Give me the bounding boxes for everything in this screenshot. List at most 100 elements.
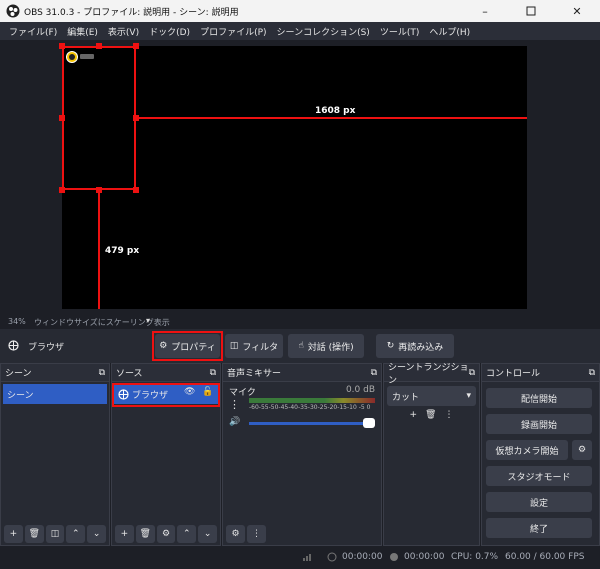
transition-actions: + 🗑 ⋮ bbox=[384, 410, 479, 420]
menu-profile[interactable]: プロファイル(P) bbox=[195, 25, 271, 38]
audio-mixer-dock: 音声ミキサー ⧉ マイク 0.0 dB ⋮ -60-55-50-45-40-35… bbox=[222, 363, 382, 546]
undock-icon[interactable]: ⧉ bbox=[589, 368, 595, 378]
advanced-audio-button[interactable]: ⚙ bbox=[226, 525, 245, 543]
scene-filters-button[interactable]: ◫ bbox=[45, 525, 65, 543]
menu-help[interactable]: ヘルプ(H) bbox=[424, 25, 475, 38]
interact-button[interactable]: ☝ 対話 (操作) bbox=[288, 334, 364, 358]
start-streaming-button[interactable]: 配信開始 bbox=[486, 388, 592, 408]
trash-icon: 🗑 bbox=[139, 529, 151, 539]
stream-status-icon bbox=[327, 552, 337, 562]
mixer-channel: マイク 0.0 dB ⋮ -60-55-50-45-40-35-30-25-20… bbox=[223, 382, 381, 438]
resize-handle[interactable] bbox=[133, 43, 139, 49]
volume-meter bbox=[249, 398, 375, 403]
undock-icon[interactable]: ⧉ bbox=[469, 368, 475, 378]
menu-scene-collection[interactable]: シーンコレクション(S) bbox=[272, 25, 375, 38]
scenes-dock: シーン ⧉ シーン + 🗑 ◫ ⌃ ⌄ bbox=[0, 363, 110, 546]
scale-mode-dropdown-icon[interactable]: ▾ bbox=[146, 316, 150, 325]
remove-scene-button[interactable]: 🗑 bbox=[24, 525, 44, 543]
plus-icon: + bbox=[120, 529, 129, 539]
browser-globe-icon bbox=[118, 388, 129, 400]
record-time: 00:00:00 bbox=[404, 552, 445, 562]
filters-label: フィルタ bbox=[242, 342, 279, 353]
audio-mixer-header: 音声ミキサー ⧉ bbox=[223, 364, 381, 382]
source-bounding-box[interactable] bbox=[62, 46, 136, 190]
move-scene-up-button[interactable]: ⌃ bbox=[66, 525, 86, 543]
menu-edit[interactable]: 編集(E) bbox=[62, 25, 103, 38]
speaker-icon[interactable]: 🔊 bbox=[229, 417, 240, 427]
stream-time: 00:00:00 bbox=[342, 552, 383, 562]
chevron-down-icon: ▾ bbox=[466, 391, 471, 401]
filter-icon: ◫ bbox=[50, 529, 60, 539]
start-recording-button[interactable]: 録画開始 bbox=[486, 414, 592, 434]
lock-icon[interactable]: 🔓 bbox=[202, 387, 213, 397]
resize-handle[interactable] bbox=[59, 187, 65, 193]
record-status-icon bbox=[389, 552, 399, 562]
move-source-down-button[interactable]: ⌄ bbox=[198, 525, 217, 543]
cpu-usage: CPU: 0.7% bbox=[451, 552, 499, 562]
exit-button[interactable]: 終了 bbox=[486, 518, 592, 538]
menu-docks[interactable]: ドック(D) bbox=[144, 25, 195, 38]
controls-title: コントロール bbox=[486, 369, 541, 379]
browser-source-avatar-icon bbox=[66, 51, 78, 63]
source-item[interactable]: ブラウザ 👁 🔓 bbox=[114, 384, 218, 404]
controls-dock: コントロール ⧉ 配信開始 録画開始 仮想カメラ開始 ⚙ スタジオモード 設定 … bbox=[481, 363, 600, 546]
scene-item[interactable]: シーン bbox=[3, 384, 107, 404]
volume-meter-scale: -60-55-50-45-40-35-30-25-20-15-10 -5 0 bbox=[249, 404, 371, 411]
settings-button[interactable]: 設定 bbox=[486, 492, 592, 512]
bottom-distance-label: 479 px bbox=[105, 246, 140, 256]
undock-icon[interactable]: ⧉ bbox=[99, 368, 105, 378]
volume-slider-handle[interactable] bbox=[363, 418, 375, 428]
volume-slider[interactable] bbox=[249, 422, 373, 425]
undock-icon[interactable]: ⧉ bbox=[210, 368, 216, 378]
source-properties-button[interactable]: ⚙ bbox=[156, 525, 176, 543]
transition-select[interactable]: カット ▾ bbox=[387, 386, 476, 406]
properties-button[interactable]: ⚙ プロパティ bbox=[155, 334, 220, 358]
chevron-down-icon: ⌄ bbox=[92, 529, 101, 539]
add-scene-button[interactable]: + bbox=[4, 525, 23, 543]
menu-tools[interactable]: ツール(T) bbox=[375, 25, 425, 38]
trash-icon[interactable]: 🗑 bbox=[425, 410, 436, 420]
mixer-more-button[interactable]: ⋮ bbox=[247, 525, 266, 543]
audio-mixer-title: 音声ミキサー bbox=[227, 369, 282, 379]
move-scene-down-button[interactable]: ⌄ bbox=[87, 525, 106, 543]
start-virtual-camera-button[interactable]: 仮想カメラ開始 bbox=[486, 440, 568, 460]
bottom-distance-guide bbox=[98, 191, 100, 309]
virtual-camera-settings-button[interactable]: ⚙ bbox=[572, 440, 592, 460]
mixer-menu-icon[interactable]: ⋮ bbox=[229, 398, 240, 411]
filters-button[interactable]: ◫ フィルタ bbox=[225, 334, 283, 358]
remove-source-button[interactable]: 🗑 bbox=[135, 525, 155, 543]
sources-dock-header: ソース ⧉ bbox=[112, 364, 220, 382]
undock-icon[interactable]: ⧉ bbox=[371, 368, 377, 378]
move-source-up-button[interactable]: ⌃ bbox=[177, 525, 197, 543]
maximize-button[interactable] bbox=[508, 0, 554, 22]
menu-file[interactable]: ファイル(F) bbox=[4, 25, 62, 38]
transitions-title: シーントランジション bbox=[388, 362, 469, 386]
source-toolbar: ブラウザ ⚙ プロパティ ◫ フィルタ ☝ 対話 (操作) ↻ 再読み込み bbox=[0, 329, 600, 363]
browser-source-text-bar bbox=[80, 54, 94, 59]
minimize-button[interactable]: – bbox=[462, 0, 508, 22]
scene-transitions-dock: シーントランジション ⧉ カット ▾ + 🗑 ⋮ bbox=[383, 363, 480, 546]
preview-scale-bar: 34% ウィンドウサイズにスケーリング表示 ▾ bbox=[0, 315, 600, 329]
scenes-dock-footer: + 🗑 ◫ ⌃ ⌄ bbox=[1, 523, 109, 545]
scale-percent: 34% bbox=[8, 317, 26, 326]
gear-icon: ⚙ bbox=[231, 529, 240, 539]
reload-button[interactable]: ↻ 再読み込み bbox=[376, 334, 454, 358]
resize-handle[interactable] bbox=[59, 115, 65, 121]
kebab-menu-icon[interactable]: ⋮ bbox=[444, 410, 453, 420]
transitions-header: シーントランジション ⧉ bbox=[384, 363, 479, 386]
selected-source-name: ブラウザ bbox=[28, 343, 65, 353]
eye-icon[interactable]: 👁 bbox=[184, 387, 195, 397]
add-transition-icon[interactable]: + bbox=[410, 410, 418, 420]
right-distance-label: 1608 px bbox=[315, 106, 356, 116]
gear-icon: ⚙ bbox=[161, 529, 171, 539]
add-source-button[interactable]: + bbox=[115, 525, 134, 543]
menu-view[interactable]: 表示(V) bbox=[103, 25, 144, 38]
resize-handle[interactable] bbox=[96, 43, 102, 49]
obs-logo-icon bbox=[6, 4, 20, 18]
studio-mode-button[interactable]: スタジオモード bbox=[486, 466, 592, 486]
resize-handle[interactable] bbox=[59, 43, 65, 49]
gear-icon: ⚙ bbox=[577, 445, 587, 455]
resize-handle[interactable] bbox=[133, 187, 139, 193]
scenes-title: シーン bbox=[5, 369, 32, 379]
close-button[interactable]: ✕ bbox=[554, 0, 600, 22]
